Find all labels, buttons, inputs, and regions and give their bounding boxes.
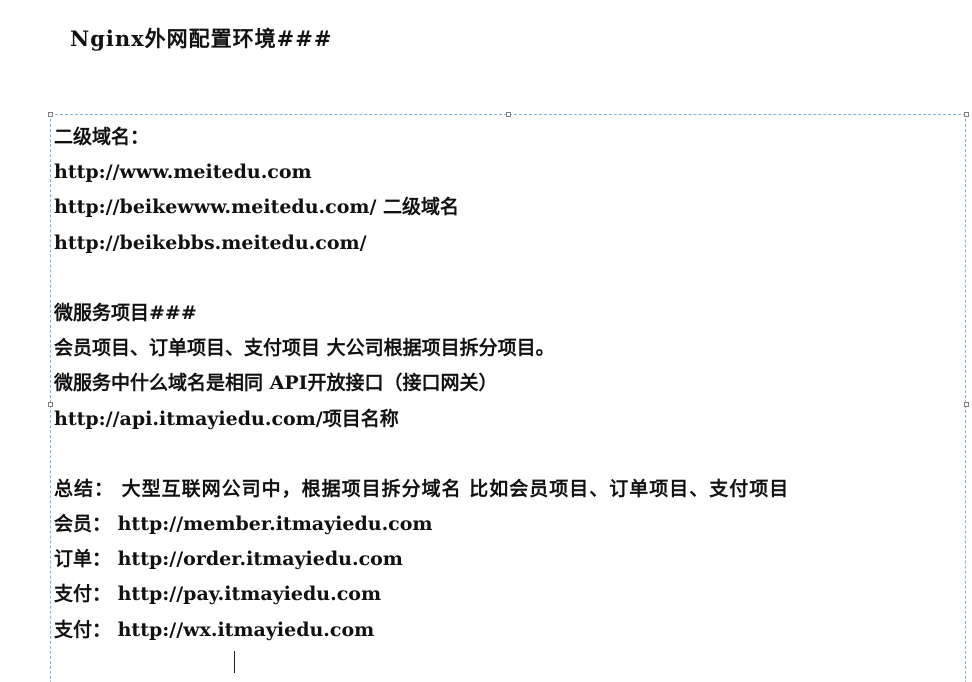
text-cursor-icon <box>234 651 235 673</box>
subdomain-heading: 二级域名： <box>54 126 150 148</box>
url-line: http://beikewww.meitedu.com/ 二级域名 <box>54 196 460 219</box>
microservice-heading: 微服务项目### <box>54 301 197 324</box>
order-url-line: 订单： http://order.itmayiedu.com <box>54 548 403 571</box>
resize-handle-middle-left[interactable] <box>48 402 53 407</box>
text-box-content[interactable]: 二级域名： http://www.meitedu.com http://beik… <box>54 120 954 648</box>
resize-handle-top-center[interactable] <box>506 112 511 117</box>
member-url-line: 会员： http://member.itmayiedu.com <box>54 513 433 536</box>
resize-handle-top-left[interactable] <box>48 112 53 117</box>
document-title: Nginx外网配置环境### <box>70 26 333 51</box>
wx-pay-url-line: 支付： http://wx.itmayiedu.com <box>54 618 375 641</box>
url-line: http://api.itmayiedu.com/项目名称 <box>54 407 399 430</box>
url-line: http://www.meitedu.com <box>54 161 312 184</box>
pay-url-line: 支付： http://pay.itmayiedu.com <box>54 583 382 606</box>
text-line: 微服务中什么域名是相同 API开放接口（接口网关） <box>54 372 498 395</box>
text-line: 会员项目、订单项目、支付项目 大公司根据项目拆分项目。 <box>54 337 555 360</box>
resize-handle-top-right[interactable] <box>964 112 969 117</box>
resize-handle-middle-right[interactable] <box>964 402 969 407</box>
url-line: http://beikebbs.meitedu.com/ <box>54 231 367 254</box>
summary-paragraph: 总结： 大型互联网公司中，根据项目拆分域名 比如会员项目、订单项目、支付项目 <box>54 477 790 500</box>
